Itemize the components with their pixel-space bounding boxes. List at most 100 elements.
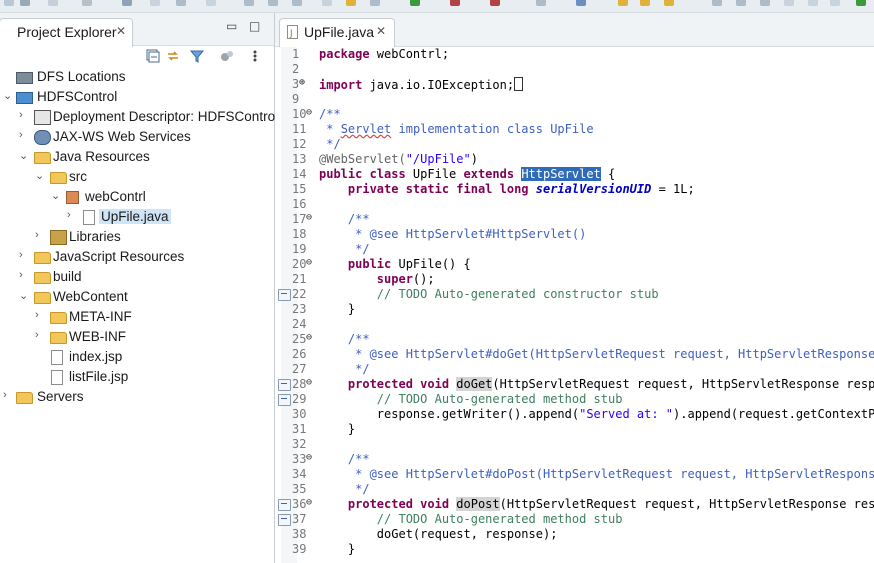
toolbar-icon[interactable] <box>4 0 14 6</box>
fold-toggle-icon[interactable]: ⊖ <box>306 257 312 268</box>
chevron-right-icon[interactable]: › <box>35 309 45 321</box>
code-line[interactable]: } <box>319 302 355 317</box>
chevron-right-icon[interactable]: › <box>19 249 29 261</box>
tree-item-web-inf[interactable]: › WEB-INF <box>0 327 274 347</box>
toolbar-icon[interactable] <box>640 0 650 6</box>
code-line[interactable]: */ <box>319 242 369 257</box>
tree-item-index-jsp[interactable]: index.jsp <box>0 347 274 367</box>
code-line[interactable]: // TODO Auto-generated method stub <box>319 392 623 407</box>
code-line[interactable]: public class UpFile extends HttpServlet … <box>319 167 615 182</box>
toolbar-icon[interactable] <box>150 0 160 6</box>
code-line[interactable]: * @see HttpServlet#doGet(HttpServletRequ… <box>319 347 874 362</box>
task-marker-icon[interactable] <box>278 394 291 406</box>
chevron-right-icon[interactable]: › <box>35 229 45 241</box>
fold-toggle-icon[interactable]: ⊖ <box>306 452 312 463</box>
tree-item-jax-ws[interactable]: › JAX-WS Web Services <box>0 127 274 147</box>
chevron-right-icon[interactable]: › <box>19 109 29 121</box>
tab-upfile-java[interactable]: J UpFile.java ✕ <box>279 18 395 47</box>
maximize-icon[interactable]: □ <box>249 19 260 33</box>
tree-item-meta-inf[interactable]: › META-INF <box>0 307 274 327</box>
tree-item-build[interactable]: › build <box>0 267 274 287</box>
code-line[interactable]: protected void doGet(HttpServletRequest … <box>319 377 874 392</box>
focus-icon[interactable] <box>220 49 234 63</box>
task-marker-icon[interactable] <box>278 514 291 526</box>
tab-project-explorer[interactable]: Project Explorer ✕ <box>0 18 133 47</box>
link-with-editor-icon[interactable] <box>166 49 180 63</box>
toolbar-icon[interactable] <box>48 0 58 6</box>
code-line[interactable]: // TODO Auto-generated constructor stub <box>319 287 659 302</box>
toolbar-icon[interactable] <box>176 0 186 6</box>
chevron-right-icon[interactable]: › <box>67 209 77 221</box>
toolbar-icon[interactable] <box>268 0 278 6</box>
fold-toggle-icon[interactable]: ⊕ <box>299 77 305 88</box>
code-line[interactable]: doGet(request, response); <box>319 527 558 542</box>
chevron-down-icon[interactable]: ⌄ <box>35 169 45 182</box>
toolbar-icon[interactable] <box>664 0 674 6</box>
toolbar-icon[interactable] <box>784 0 794 6</box>
chevron-right-icon[interactable]: › <box>35 329 45 341</box>
toolbar-icon[interactable] <box>490 0 500 6</box>
tree-item-java-resources[interactable]: ⌄ Java Resources <box>0 147 274 167</box>
toolbar-icon[interactable] <box>292 0 302 6</box>
chevron-down-icon[interactable]: ⌄ <box>51 189 61 202</box>
chevron-right-icon[interactable]: › <box>19 129 29 141</box>
toolbar-icon[interactable] <box>244 0 254 6</box>
tree-item-deployment-descriptor[interactable]: › Deployment Descriptor: HDFSControl <box>0 107 278 127</box>
fold-toggle-icon[interactable]: ⊖ <box>306 212 312 223</box>
code-line[interactable]: * Servlet implementation class UpFile <box>319 122 593 137</box>
toolbar-icon[interactable] <box>808 0 818 6</box>
code-line[interactable]: package webContrl; <box>319 47 449 62</box>
toolbar-icon[interactable] <box>82 0 92 6</box>
tree-item-src[interactable]: ⌄ src <box>0 167 274 187</box>
code-line[interactable]: // TODO Auto-generated method stub <box>319 512 623 527</box>
tree-item-javascript-resources[interactable]: › JavaScript Resources <box>0 247 274 267</box>
code-line[interactable]: * @see HttpServlet#doPost(HttpServletReq… <box>319 467 874 482</box>
chevron-down-icon[interactable]: ⌄ <box>19 149 29 162</box>
collapse-all-icon[interactable] <box>146 49 160 63</box>
tree-item-libraries[interactable]: › Libraries <box>0 227 274 247</box>
close-icon[interactable]: ✕ <box>376 24 386 38</box>
toolbar-icon[interactable] <box>760 0 770 6</box>
toolbar-icon[interactable] <box>206 0 216 6</box>
toolbar-icon[interactable] <box>322 0 332 6</box>
toolbar-icon[interactable] <box>20 0 30 6</box>
code-line[interactable]: */ <box>319 137 340 152</box>
toolbar-icon[interactable] <box>370 0 380 6</box>
toolbar-icon[interactable] <box>830 0 840 6</box>
code-line[interactable]: /** <box>319 332 370 347</box>
tree-item-upfile-java[interactable]: › UpFile.java <box>0 207 274 227</box>
tree-item-listfile-jsp[interactable]: listFile.jsp <box>0 367 274 387</box>
code-line[interactable]: */ <box>319 482 369 497</box>
tree-item-hdfscontrol[interactable]: ⌄ HDFSControl <box>0 87 274 107</box>
chevron-right-icon[interactable]: › <box>3 389 13 401</box>
code-line[interactable]: */ <box>319 362 369 377</box>
filter-icon[interactable] <box>190 49 204 63</box>
debug-icon[interactable] <box>122 0 132 6</box>
code-line[interactable]: /** <box>319 107 341 122</box>
collapsed-imports-marker[interactable] <box>514 77 524 91</box>
code-line[interactable]: @WebServlet("/UpFile") <box>319 152 478 167</box>
minimize-icon[interactable]: ▭ <box>226 19 237 33</box>
code-editor[interactable]: 1 2 3 ⊕ 9 10 ⊖ 11 12 13 14 15 16 17 ⊖ 18 19 20 ⊖ 21 22 23 24 25… <box>275 47 874 563</box>
code-line[interactable]: private static final long serialVersionU… <box>319 182 695 197</box>
code-line[interactable]: super(); <box>319 272 435 287</box>
fold-toggle-icon[interactable]: ⊖ <box>306 377 312 388</box>
tree-item-dfs-locations[interactable]: DFS Locations <box>0 67 274 87</box>
tree-item-webcontent[interactable]: ⌄ WebContent <box>0 287 274 307</box>
toolbar-icon[interactable] <box>736 0 746 6</box>
task-marker-icon[interactable] <box>278 289 291 301</box>
run-icon[interactable] <box>410 0 420 6</box>
toolbar-icon[interactable] <box>346 0 356 6</box>
chevron-down-icon[interactable]: ⌄ <box>19 289 29 302</box>
task-marker-icon[interactable] <box>278 379 291 391</box>
toolbar-icon[interactable] <box>856 0 866 6</box>
code-line[interactable]: public UpFile() { <box>319 257 471 272</box>
toolbar-icon[interactable] <box>576 0 586 6</box>
code-line[interactable]: } <box>319 422 355 437</box>
toolbar-icon[interactable] <box>712 0 722 6</box>
code-line[interactable]: /** <box>319 212 370 227</box>
fold-toggle-icon[interactable]: ⊖ <box>306 497 312 508</box>
fold-toggle-icon[interactable]: ⊖ <box>306 332 312 343</box>
tree-item-servers[interactable]: › Servers <box>0 387 274 407</box>
code-line[interactable]: import java.io.IOException; <box>319 77 524 92</box>
